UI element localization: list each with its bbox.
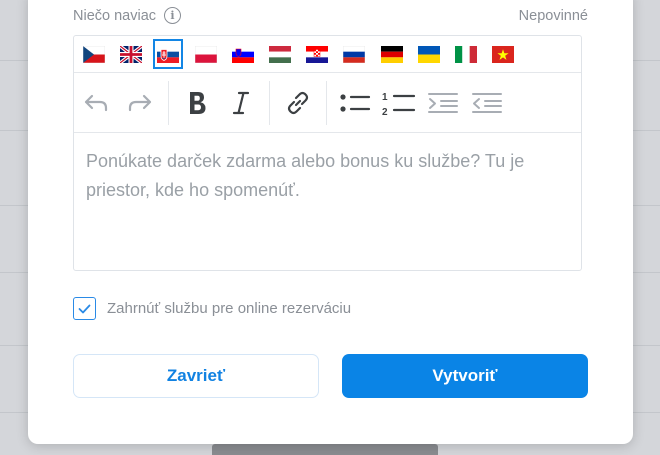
toolbar-divider [326,80,327,125]
slovak-flag-icon[interactable] [153,39,184,69]
german-flag-icon[interactable] [377,39,407,69]
online-booking-label: Zahrnúť službu pre online rezerváciu [107,300,352,317]
italian-flag-icon[interactable] [451,39,481,69]
bold-icon[interactable] [175,81,219,125]
create-service-modal: Niečo naviac i Nepovinné 1 2 Ponúkate da… [28,0,633,444]
uk-flag-icon[interactable] [116,39,146,69]
field-label: Niečo naviac [73,7,157,24]
description-textarea[interactable]: Ponúkate darček zdarma alebo bonus ku sl… [74,133,581,219]
numbered-list-icon[interactable]: 12 [377,81,421,125]
list-group: 12 [333,81,509,125]
field-label-row: Niečo naviac i Nepovinné [73,7,588,24]
bullet-list-icon[interactable] [333,81,377,125]
indent-icon[interactable] [421,81,465,125]
polish-flag-icon[interactable] [191,39,221,69]
field-label-group: Niečo naviac i [73,7,182,24]
rich-text-editor: 12 Ponúkate darček zdarma alebo bonus ku… [73,35,582,271]
link-icon[interactable] [276,81,320,125]
background-tab [212,444,438,455]
checkmark-icon [78,304,91,313]
undo-icon[interactable] [74,81,118,125]
croatian-flag-icon[interactable] [302,39,332,69]
language-flags [74,36,581,73]
history-group [74,81,162,125]
hungarian-flag-icon[interactable] [265,39,295,69]
ukrainian-flag-icon[interactable] [414,39,444,69]
outdent-icon[interactable] [465,81,509,125]
vietnamese-flag-icon[interactable] [488,39,518,69]
optional-label: Nepovinné [518,7,588,24]
toolbar-divider [269,80,270,125]
redo-icon[interactable] [118,81,162,125]
online-booking-checkbox-row[interactable]: Zahrnúť službu pre online rezerváciu [73,297,351,320]
info-icon[interactable]: i [164,7,182,24]
format-group [175,81,263,125]
italic-icon[interactable] [219,81,263,125]
textarea-placeholder: Ponúkate darček zdarma alebo bonus ku sl… [86,151,525,200]
create-button[interactable]: Vytvoriť [342,354,588,398]
svg-text:2: 2 [382,107,388,117]
russian-flag-icon[interactable] [339,39,369,69]
toolbar-divider [168,80,169,125]
svg-text:1: 1 [382,92,388,103]
close-button[interactable]: Zavrieť [73,354,319,398]
online-booking-checkbox[interactable] [73,297,96,320]
czech-flag-icon[interactable] [79,39,109,69]
formatting-toolbar: 12 [74,73,581,133]
link-group [276,81,320,125]
slovenian-flag-icon[interactable] [228,39,258,69]
